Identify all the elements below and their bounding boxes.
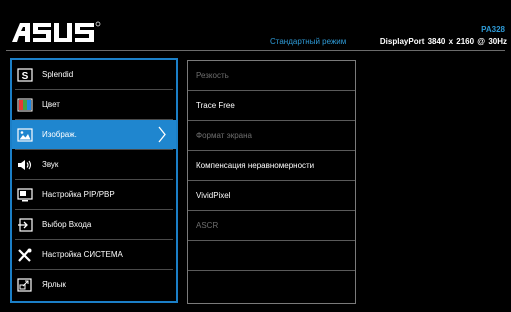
menu-item-input-select[interactable]: Выбор Входа — [12, 210, 176, 239]
tools-icon — [16, 247, 34, 263]
menu-item-label: Выбор Входа — [42, 220, 92, 229]
menu-item-label: Настройка PIP/PBP — [42, 190, 115, 199]
menu-item-shortcut[interactable]: Ярлык — [12, 270, 176, 299]
speaker-icon — [16, 157, 34, 173]
pip-pbp-icon — [16, 187, 34, 203]
submenu-item-aspect-control: Формат экрана — [188, 121, 355, 151]
submenu-item-empty — [188, 271, 355, 301]
color-bars-icon — [16, 97, 34, 113]
submenu-item-sharpness: Резкость — [188, 61, 355, 91]
menu-item-label: Цвет — [42, 100, 60, 109]
model-name: PA328 — [481, 25, 505, 34]
input-select-icon — [16, 217, 34, 233]
shortcut-icon — [16, 277, 34, 293]
menu-item-label: Ярлык — [42, 280, 66, 289]
svg-text:S: S — [22, 71, 29, 82]
menu-item-label: Звук — [42, 160, 59, 169]
submenu-item-ascr: ASCR — [188, 211, 355, 241]
main-menu: S Splendid Цвет Изображ. Звук Настройка … — [10, 58, 178, 303]
menu-item-label: Настройка СИСТЕМА — [42, 250, 123, 259]
submenu-item-vividpixel[interactable]: VividPixel — [188, 181, 355, 211]
menu-item-sound[interactable]: Звук — [12, 150, 176, 179]
chevron-right-icon — [158, 126, 166, 145]
menu-item-splendid[interactable]: S Splendid — [12, 60, 176, 89]
image-submenu: Резкость Trace Free Формат экрана Компен… — [187, 60, 356, 304]
submenu-item-uniformity-compensation[interactable]: Компенсация неравномерности — [188, 151, 355, 181]
input-signal-info: DisplayPort 3840 x 2160 @ 30Hz — [379, 37, 507, 46]
submenu-item-empty — [188, 241, 355, 271]
menu-item-label: Splendid — [42, 70, 74, 79]
header-divider — [6, 50, 505, 51]
menu-item-image[interactable]: Изображ. — [12, 120, 176, 149]
image-icon — [16, 127, 34, 143]
menu-item-pip-pbp[interactable]: Настройка PIP/PBP — [12, 180, 176, 209]
submenu-item-trace-free[interactable]: Trace Free — [188, 91, 355, 121]
current-mode: Стандартный режим — [270, 37, 347, 46]
menu-item-label: Изображ. — [42, 130, 77, 139]
asus-logo — [11, 20, 101, 44]
menu-item-color[interactable]: Цвет — [12, 90, 176, 119]
menu-item-system-setup[interactable]: Настройка СИСТЕМА — [12, 240, 176, 269]
splendid-s-icon: S — [16, 67, 34, 83]
